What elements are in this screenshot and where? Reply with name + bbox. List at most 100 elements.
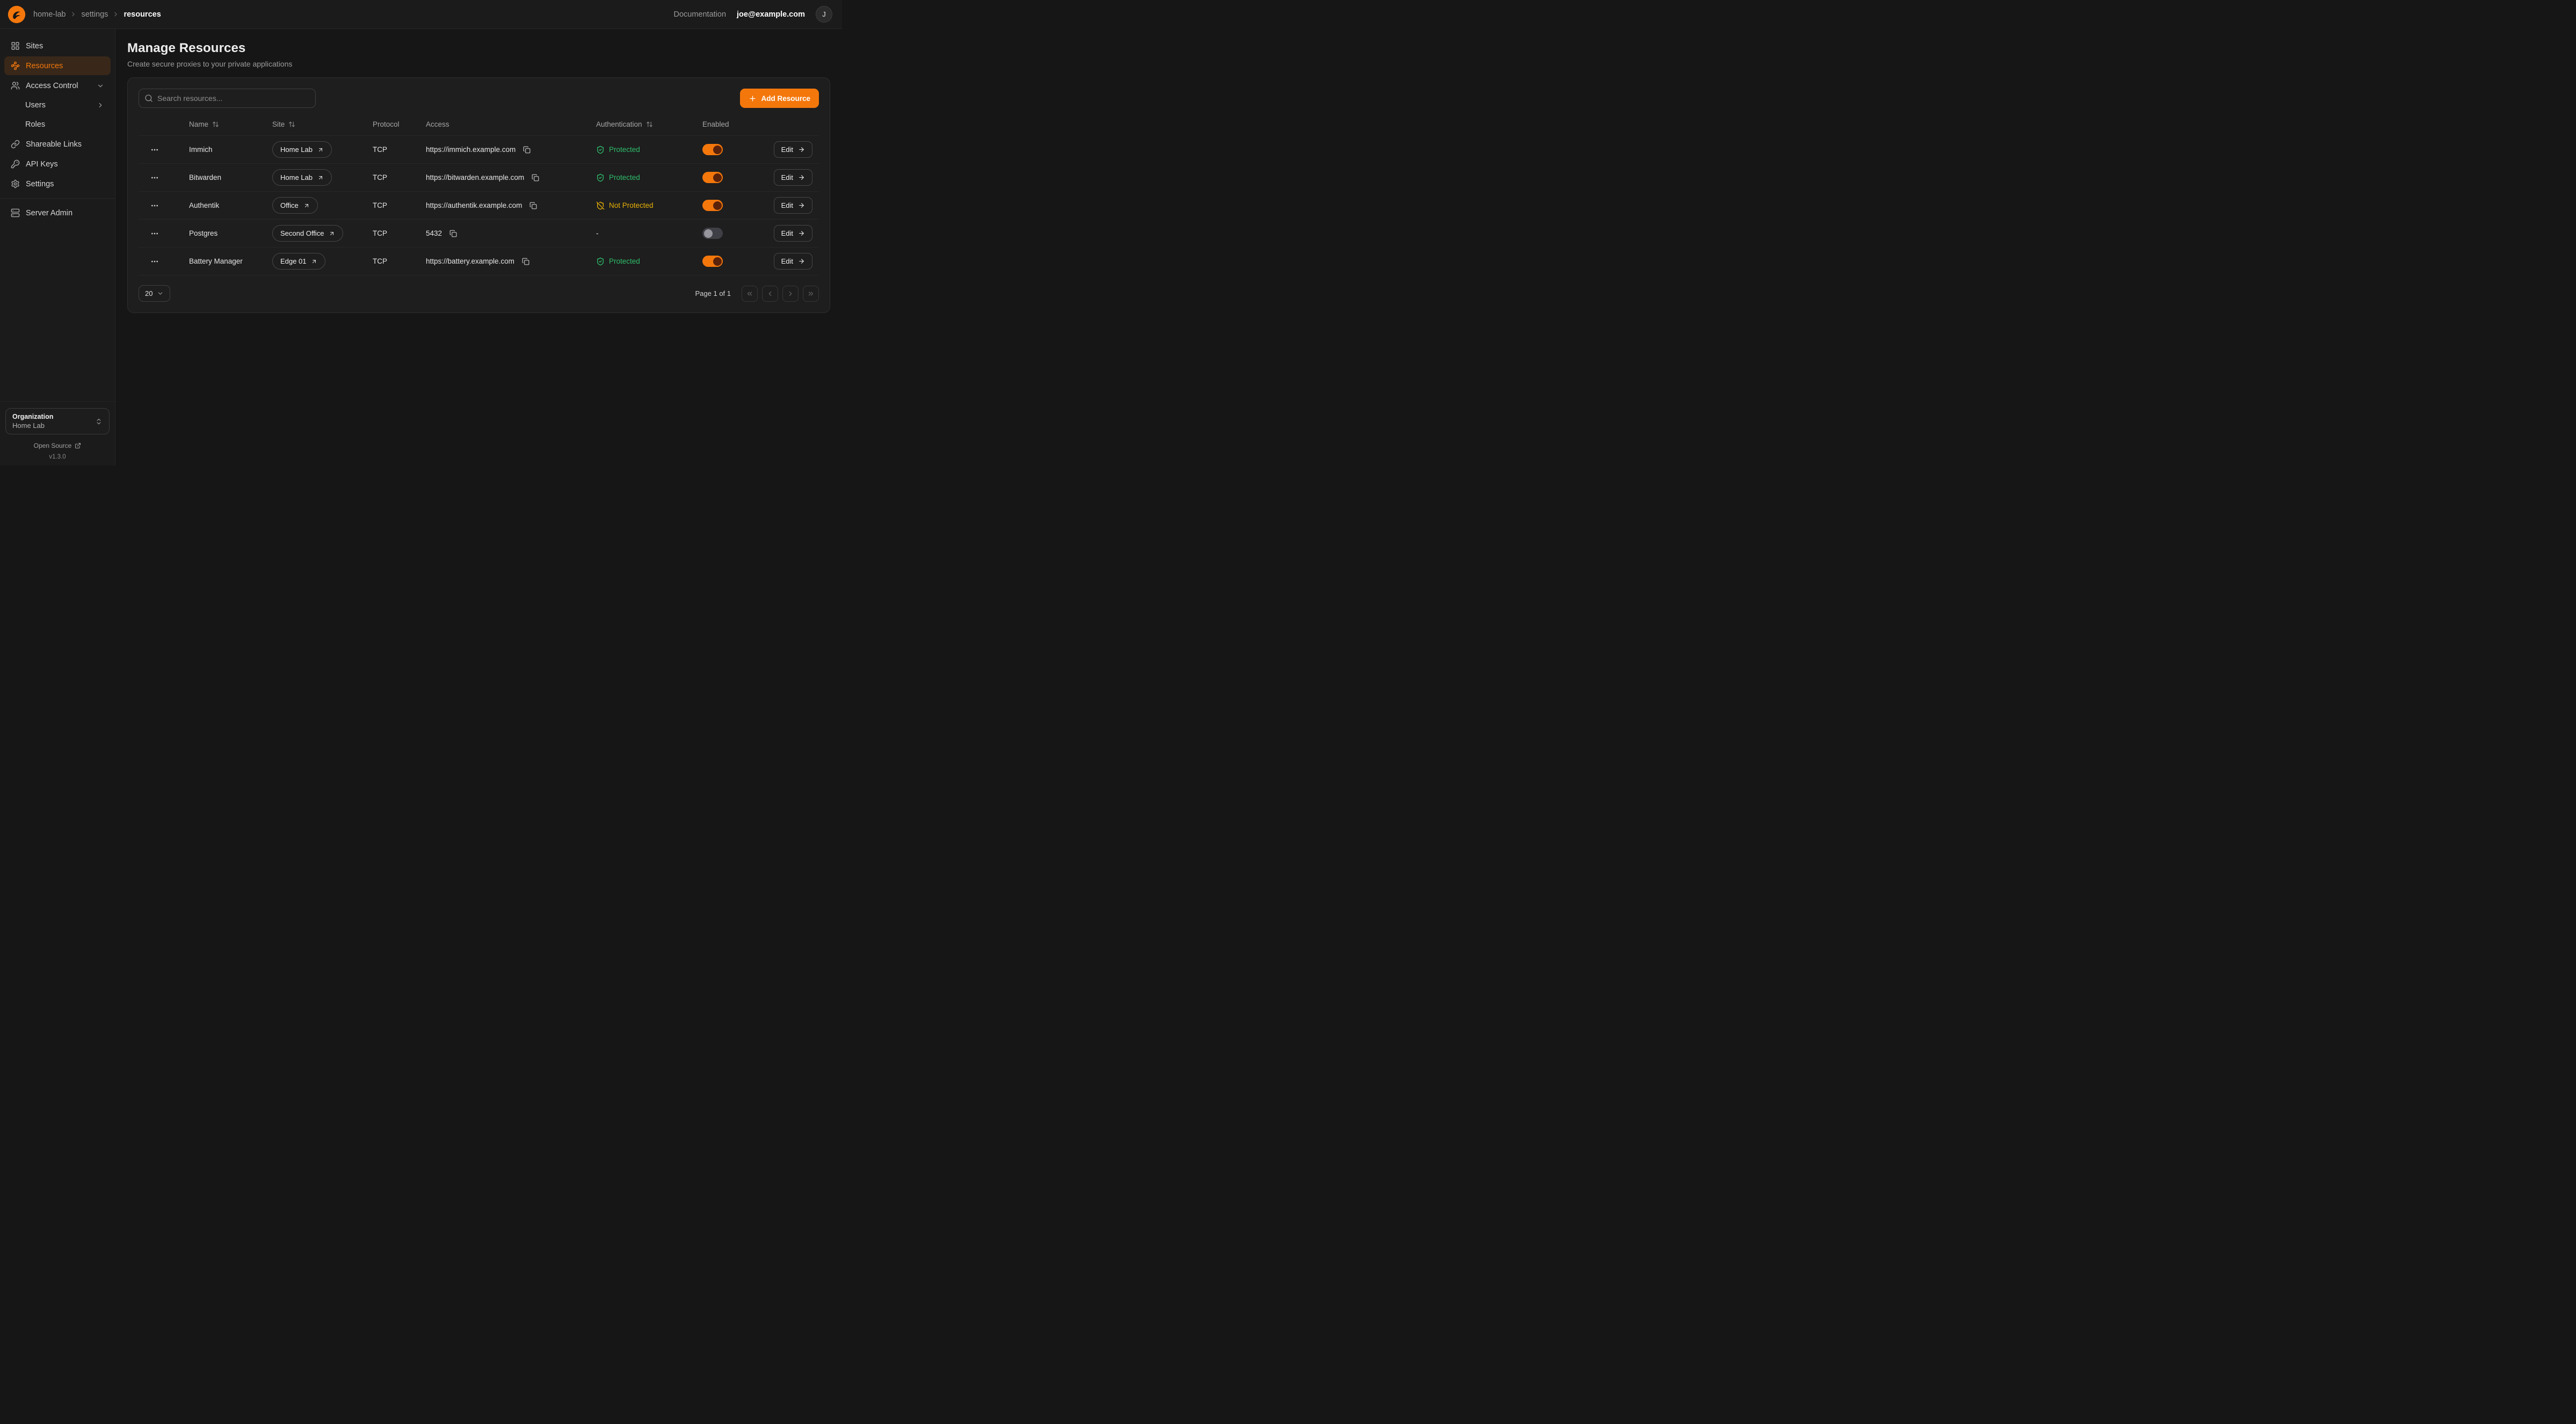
column-header-name[interactable]: Name: [189, 120, 272, 128]
sidebar-item-label: Sites: [26, 42, 43, 50]
page-subtitle: Create secure proxies to your private ap…: [127, 60, 830, 68]
breadcrumb-current: resources: [124, 10, 161, 19]
copy-button[interactable]: [521, 144, 532, 155]
row-menu-button[interactable]: [148, 143, 161, 156]
last-page-button[interactable]: [803, 286, 819, 302]
auth-label: -: [596, 229, 599, 237]
prev-page-button[interactable]: [762, 286, 778, 302]
copy-icon: [449, 230, 457, 237]
sidebar-item-api-keys[interactable]: API Keys: [4, 155, 111, 173]
sort-icon: [212, 121, 219, 128]
site-link-button[interactable]: Edge 01: [272, 253, 325, 270]
copy-button[interactable]: [520, 256, 531, 267]
sidebar-item-users[interactable]: Users: [4, 96, 111, 114]
edit-label: Edit: [781, 201, 793, 209]
page-indicator: Page 1 of 1: [695, 289, 731, 297]
sidebar-item-roles[interactable]: Roles: [4, 115, 111, 134]
sidebar-item-label: Server Admin: [26, 209, 72, 217]
enabled-toggle[interactable]: [702, 200, 723, 211]
breadcrumb: home-lab settings resources: [33, 10, 161, 19]
sidebar-item-resources[interactable]: Resources: [4, 56, 111, 75]
chevron-right-icon: [97, 101, 104, 109]
sidebar-item-shareable-links[interactable]: Shareable Links: [4, 135, 111, 154]
shield-off-icon: [596, 201, 605, 210]
sidebar: Sites Resources Access Control Users Rol…: [0, 29, 115, 466]
sidebar-item-server-admin[interactable]: Server Admin: [4, 204, 111, 222]
sort-icon: [288, 121, 295, 128]
avatar[interactable]: J: [816, 6, 832, 23]
sidebar-item-label: Settings: [26, 180, 54, 188]
sidebar-item-label: API Keys: [26, 160, 58, 169]
table-row: Immich Home Lab TCP https://immich.examp…: [139, 136, 819, 164]
chevron-right-icon: [112, 11, 119, 18]
row-menu-button[interactable]: [148, 255, 161, 268]
documentation-link[interactable]: Documentation: [674, 10, 727, 19]
column-header-site[interactable]: Site: [272, 120, 373, 128]
sidebar-item-sites[interactable]: Sites: [4, 37, 111, 55]
auth-cell: -: [596, 229, 702, 237]
edit-button[interactable]: Edit: [774, 169, 812, 186]
enabled-toggle[interactable]: [702, 144, 723, 155]
copy-button[interactable]: [528, 200, 539, 211]
site-link-button[interactable]: Home Lab: [272, 169, 332, 186]
site-link-button[interactable]: Home Lab: [272, 141, 332, 158]
ellipsis-icon: [150, 173, 159, 182]
row-menu-button[interactable]: [148, 171, 161, 184]
row-menu-button[interactable]: [148, 227, 161, 240]
auth-cell: Not Protected: [596, 201, 702, 210]
add-resource-button[interactable]: Add Resource: [740, 89, 819, 108]
edit-button[interactable]: Edit: [774, 225, 812, 242]
breadcrumb-settings[interactable]: settings: [81, 10, 108, 19]
org-selector-value: Home Lab: [12, 422, 91, 430]
resource-name: Battery Manager: [189, 257, 272, 265]
column-label: Enabled: [702, 120, 729, 128]
arrow-up-right-icon: [311, 258, 317, 265]
first-page-button[interactable]: [742, 286, 758, 302]
auth-cell: Protected: [596, 173, 702, 182]
arrow-right-icon: [798, 258, 805, 265]
page-size-value: 20: [145, 289, 153, 297]
page-title: Manage Resources: [127, 41, 830, 56]
resource-name: Authentik: [189, 201, 272, 209]
enabled-toggle[interactable]: [702, 172, 723, 183]
server-icon: [11, 208, 20, 217]
user-email[interactable]: joe@example.com: [737, 10, 805, 19]
column-label: Name: [189, 120, 208, 128]
copy-button[interactable]: [530, 172, 541, 183]
edit-label: Edit: [781, 257, 793, 265]
site-name: Second Office: [280, 229, 324, 237]
sidebar-item-settings[interactable]: Settings: [4, 175, 111, 193]
app-logo-icon[interactable]: [8, 5, 26, 24]
edit-button[interactable]: Edit: [774, 197, 812, 214]
ellipsis-icon: [150, 257, 159, 266]
column-header-authentication[interactable]: Authentication: [596, 120, 702, 128]
sidebar-item-access-control[interactable]: Access Control: [4, 76, 111, 95]
copy-button[interactable]: [448, 228, 459, 239]
resource-name: Postgres: [189, 229, 272, 237]
column-label: Access: [426, 120, 449, 128]
edit-button[interactable]: Edit: [774, 253, 812, 270]
access-url: https://bitwarden.example.com: [426, 173, 524, 181]
page-size-select[interactable]: 20: [139, 285, 170, 302]
edit-button[interactable]: Edit: [774, 141, 812, 158]
open-source-link[interactable]: Open Source: [5, 442, 110, 449]
breadcrumb-org[interactable]: home-lab: [33, 10, 66, 19]
copy-icon: [522, 258, 529, 265]
chevron-down-icon: [157, 290, 164, 297]
org-selector[interactable]: Organization Home Lab: [5, 408, 110, 434]
edit-label: Edit: [781, 229, 793, 237]
row-menu-button[interactable]: [148, 199, 161, 212]
toolbar: Add Resource: [139, 89, 819, 108]
next-page-button[interactable]: [782, 286, 799, 302]
column-header-enabled: Enabled: [702, 120, 783, 128]
site-link-button[interactable]: Office: [272, 197, 318, 214]
site-link-button[interactable]: Second Office: [272, 225, 343, 242]
gear-icon: [11, 179, 20, 188]
add-resource-label: Add Resource: [761, 95, 810, 103]
sort-icon: [646, 121, 653, 128]
users-icon: [11, 81, 20, 90]
enabled-toggle[interactable]: [702, 228, 723, 239]
enabled-toggle[interactable]: [702, 256, 723, 267]
site-name: Home Lab: [280, 173, 313, 181]
search-input[interactable]: [139, 89, 316, 108]
